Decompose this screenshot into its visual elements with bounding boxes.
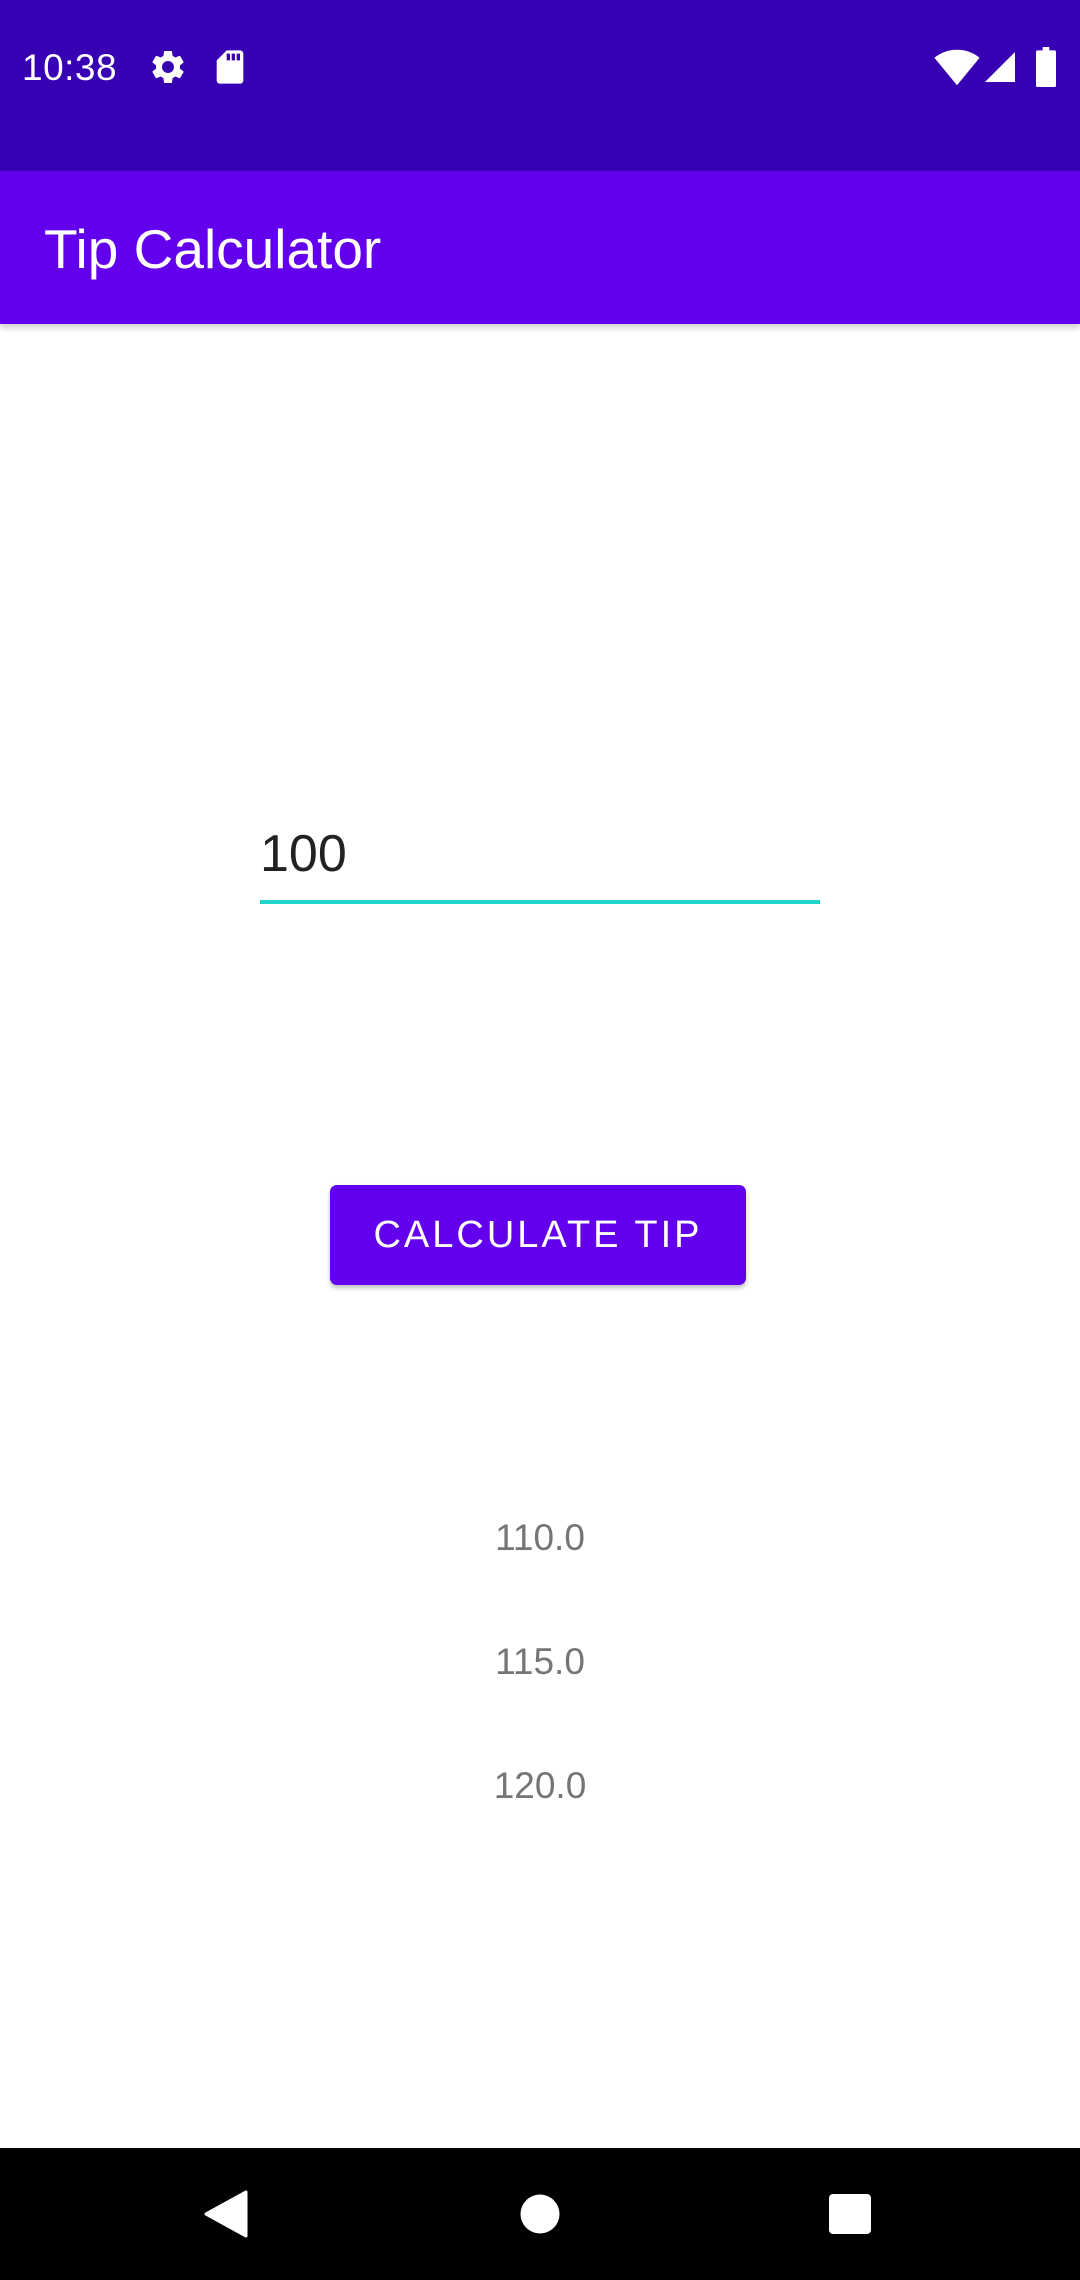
- home-icon: [520, 2194, 560, 2234]
- content-area: CALCULATE TIP 110.0 115.0 120.0: [0, 324, 1080, 2148]
- status-time: 10:38: [22, 47, 118, 88]
- back-button[interactable]: [184, 2172, 268, 2256]
- tip-calculator-screen: 10:38 Tip Calculator CALCULATE TIP 110.0…: [0, 0, 1080, 2280]
- home-button[interactable]: [498, 2172, 582, 2256]
- recents-icon: [829, 2194, 871, 2234]
- signal-icon: [982, 47, 1018, 87]
- app-title: Tip Calculator: [44, 218, 382, 280]
- sd-card-icon: [210, 47, 250, 87]
- navigation-bar: [0, 2148, 1080, 2280]
- recents-button[interactable]: [808, 2172, 892, 2256]
- result-item: 115.0: [495, 1641, 585, 1682]
- back-icon: [204, 2190, 248, 2238]
- result-item: 110.0: [495, 1517, 585, 1558]
- gear-icon: [148, 47, 188, 87]
- app-bar: Tip Calculator: [0, 171, 1080, 324]
- result-item: 120.0: [493, 1765, 587, 1806]
- bill-amount-input[interactable]: [260, 814, 820, 904]
- calculate-tip-button[interactable]: CALCULATE TIP: [330, 1185, 746, 1285]
- status-bar: 10:38: [0, 0, 1080, 171]
- battery-icon: [1032, 47, 1060, 87]
- wifi-icon: [934, 47, 980, 87]
